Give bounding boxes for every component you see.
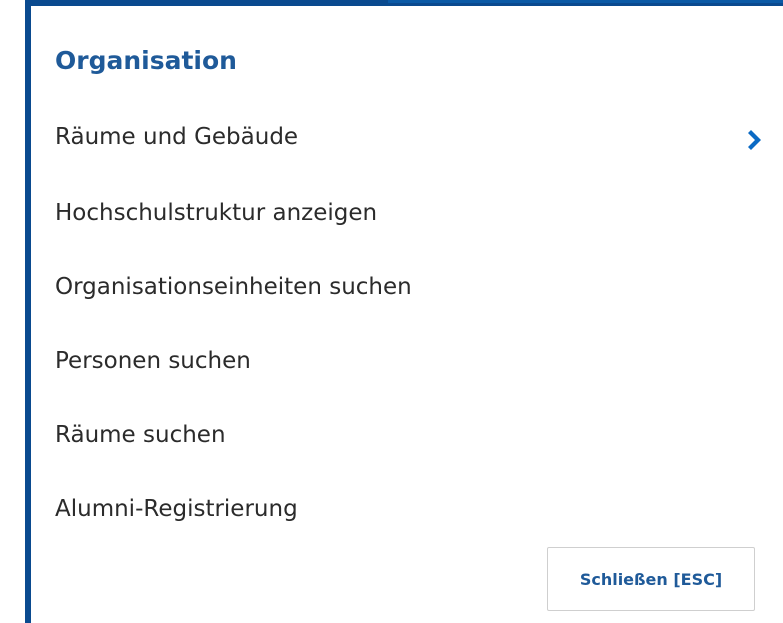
menu-item-organisationseinheiten-suchen[interactable]: Organisationseinheiten suchen bbox=[55, 267, 767, 307]
menu-item-label: Organisationseinheiten suchen bbox=[55, 274, 412, 300]
menu-item-label: Hochschulstruktur anzeigen bbox=[55, 200, 378, 226]
menu-item-label: Alumni-Registrierung bbox=[55, 496, 298, 522]
menu-item-alumni-registrierung[interactable]: Alumni-Registrierung bbox=[55, 489, 767, 529]
menu-item-label: Personen suchen bbox=[55, 348, 251, 374]
organisation-menu-panel: Organisation Räume und Gebäude Hochschul… bbox=[31, 6, 783, 623]
menu-item-personen-suchen[interactable]: Personen suchen bbox=[55, 341, 767, 381]
menu-item-label: Räume und Gebäude bbox=[55, 124, 299, 150]
menu-item-label: Räume suchen bbox=[55, 422, 226, 448]
menu-item-raeume-suchen[interactable]: Räume suchen bbox=[55, 415, 767, 455]
chevron-right-icon bbox=[745, 125, 767, 150]
menu-item-raeume-und-gebaeude[interactable]: Räume und Gebäude bbox=[55, 117, 767, 157]
close-button[interactable]: Schließen [ESC] bbox=[547, 547, 755, 611]
menu-title: Organisation bbox=[55, 46, 237, 75]
frame-top-accent bbox=[388, 0, 783, 3]
menu-item-hochschulstruktur[interactable]: Hochschulstruktur anzeigen bbox=[55, 193, 767, 233]
